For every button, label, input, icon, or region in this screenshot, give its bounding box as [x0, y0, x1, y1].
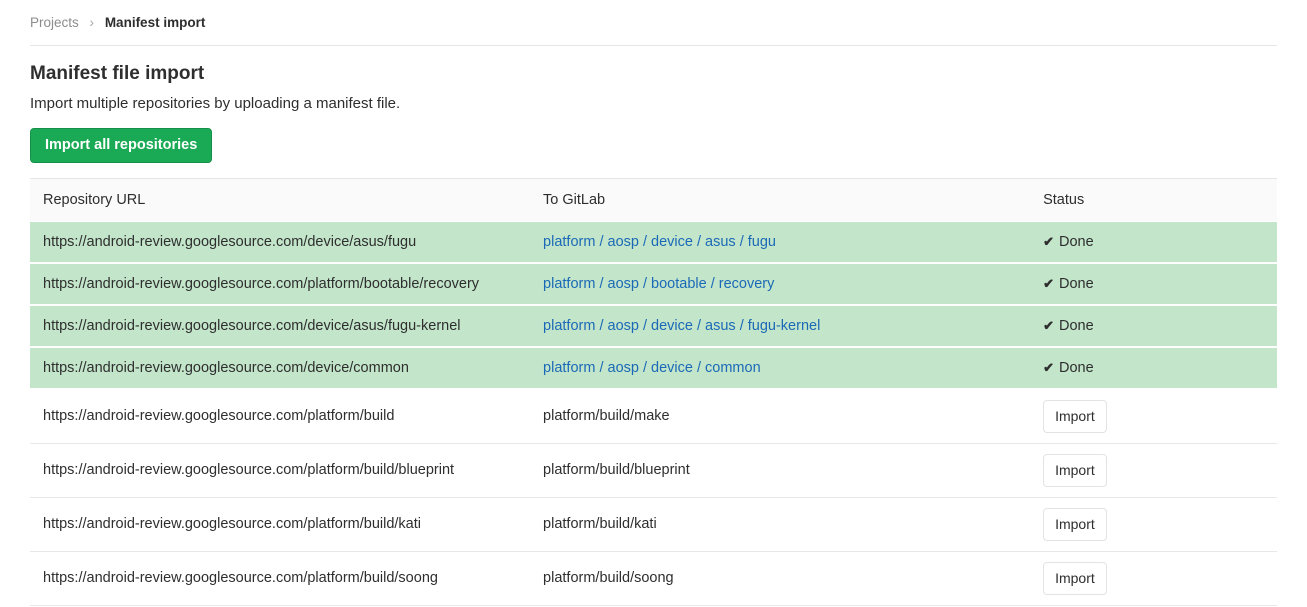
status-cell: ✔ Done: [1030, 306, 1277, 348]
repository-url-cell: https://android-review.googlesource.com/…: [30, 444, 530, 498]
gitlab-project-link[interactable]: platform / aosp / bootable / recovery: [543, 276, 774, 292]
check-icon: ✔: [1043, 360, 1054, 375]
to-gitlab-cell: platform / aosp / device / asus / fugu: [530, 221, 1030, 264]
breadcrumb-current: Manifest import: [105, 15, 206, 30]
status-label: Done: [1059, 360, 1094, 376]
breadcrumb: Projects › Manifest import: [30, 0, 1277, 46]
gitlab-project-link[interactable]: platform / aosp / device / asus / fugu: [543, 234, 776, 250]
table-row: https://android-review.googlesource.com/…: [30, 552, 1277, 606]
gitlab-project-link[interactable]: platform / aosp / device / asus / fugu-k…: [543, 318, 820, 334]
check-icon: ✔: [1043, 276, 1054, 291]
repo-table-body: https://android-review.googlesource.com/…: [30, 221, 1277, 606]
status-cell: ✔ Done: [1030, 221, 1277, 264]
manifest-import-page: Projects › Manifest import Manifest file…: [0, 0, 1307, 607]
repository-url-cell: https://android-review.googlesource.com/…: [30, 221, 530, 264]
check-icon: ✔: [1043, 234, 1054, 249]
to-gitlab-cell: platform / aosp / device / common: [530, 348, 1030, 390]
status-cell: ✔ Done: [1030, 348, 1277, 390]
import-button[interactable]: Import: [1043, 454, 1107, 487]
table-row: https://android-review.googlesource.com/…: [30, 221, 1277, 264]
gitlab-target-path: platform/build/blueprint: [543, 462, 690, 478]
table-header-row: Repository URL To GitLab Status: [30, 178, 1277, 221]
status-done-badge: ✔ Done: [1043, 234, 1094, 250]
gitlab-project-link[interactable]: platform / aosp / device / common: [543, 360, 761, 376]
to-gitlab-cell: platform/build/soong: [530, 552, 1030, 606]
to-gitlab-cell: platform / aosp / device / asus / fugu-k…: [530, 306, 1030, 348]
repository-url-cell: https://android-review.googlesource.com/…: [30, 498, 530, 552]
status-cell: Import: [1030, 552, 1277, 606]
import-all-repositories-button[interactable]: Import all repositories: [30, 128, 212, 163]
to-gitlab-cell: platform / aosp / bootable / recovery: [530, 264, 1030, 306]
gitlab-target-path: platform/build/kati: [543, 516, 657, 532]
repository-url-cell: https://android-review.googlesource.com/…: [30, 264, 530, 306]
page-title: Manifest file import: [30, 63, 1277, 85]
import-button[interactable]: Import: [1043, 400, 1107, 433]
table-row: https://android-review.googlesource.com/…: [30, 306, 1277, 348]
status-cell: ✔ Done: [1030, 264, 1277, 306]
table-row: https://android-review.googlesource.com/…: [30, 390, 1277, 444]
import-button[interactable]: Import: [1043, 508, 1107, 541]
status-label: Done: [1059, 234, 1094, 250]
table-row: https://android-review.googlesource.com/…: [30, 498, 1277, 552]
page-subtitle: Import multiple repositories by uploadin…: [30, 95, 1277, 113]
breadcrumb-separator-icon: ›: [90, 15, 95, 30]
to-gitlab-cell: platform/build/make: [530, 390, 1030, 444]
column-header-to-gitlab: To GitLab: [530, 178, 1030, 221]
to-gitlab-cell: platform/build/blueprint: [530, 444, 1030, 498]
check-icon: ✔: [1043, 318, 1054, 333]
table-row: https://android-review.googlesource.com/…: [30, 444, 1277, 498]
status-cell: Import: [1030, 390, 1277, 444]
repository-url-cell: https://android-review.googlesource.com/…: [30, 552, 530, 606]
repositories-table: Repository URL To GitLab Status https://…: [30, 178, 1277, 606]
status-done-badge: ✔ Done: [1043, 276, 1094, 292]
status-label: Done: [1059, 318, 1094, 334]
gitlab-target-path: platform/build/make: [543, 408, 670, 424]
status-cell: Import: [1030, 444, 1277, 498]
import-button[interactable]: Import: [1043, 562, 1107, 595]
breadcrumb-projects-link[interactable]: Projects: [30, 15, 79, 30]
to-gitlab-cell: platform/build/kati: [530, 498, 1030, 552]
gitlab-target-path: platform/build/soong: [543, 570, 674, 586]
status-cell: Import: [1030, 498, 1277, 552]
column-header-status: Status: [1030, 178, 1277, 221]
table-row: https://android-review.googlesource.com/…: [30, 264, 1277, 306]
status-label: Done: [1059, 276, 1094, 292]
column-header-repository-url: Repository URL: [30, 178, 530, 221]
repository-url-cell: https://android-review.googlesource.com/…: [30, 348, 530, 390]
status-done-badge: ✔ Done: [1043, 360, 1094, 376]
status-done-badge: ✔ Done: [1043, 318, 1094, 334]
repository-url-cell: https://android-review.googlesource.com/…: [30, 390, 530, 444]
table-row: https://android-review.googlesource.com/…: [30, 348, 1277, 390]
repository-url-cell: https://android-review.googlesource.com/…: [30, 306, 530, 348]
